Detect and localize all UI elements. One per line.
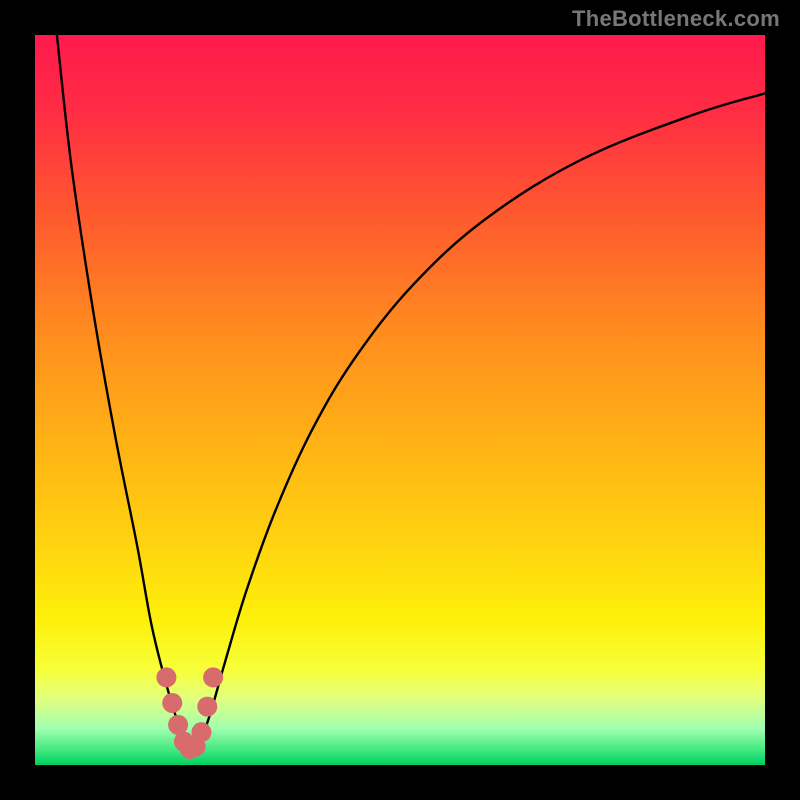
outer-frame: TheBottleneck.com (0, 0, 800, 800)
optimal-zone-markers (156, 667, 223, 759)
optimal-marker (197, 697, 217, 717)
watermark-text: TheBottleneck.com (572, 6, 780, 32)
optimal-marker (191, 722, 211, 742)
bottleneck-curve (35, 35, 765, 765)
optimal-marker (203, 667, 223, 687)
optimal-marker (162, 693, 182, 713)
plot-area (35, 35, 765, 765)
optimal-marker (156, 667, 176, 687)
